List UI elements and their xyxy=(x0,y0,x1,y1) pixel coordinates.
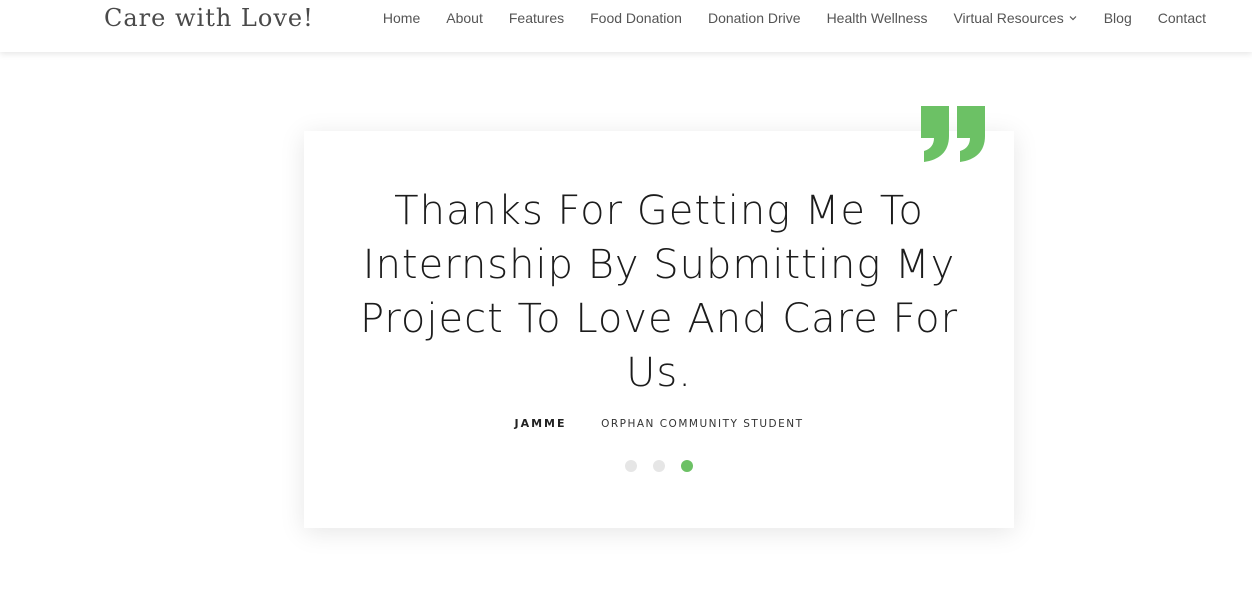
nav-donation-drive-label: Donation Drive xyxy=(707,10,801,26)
nav-contact-label: Contact xyxy=(1157,10,1206,26)
nav-home[interactable]: Home xyxy=(383,10,420,26)
carousel-dot-1[interactable] xyxy=(625,460,637,472)
chevron-down-icon xyxy=(1069,16,1077,21)
testimonial-author-row: JAMME ORPHAN COMMUNITY STUDENT xyxy=(304,415,1014,433)
carousel-dots xyxy=(304,460,1014,472)
testimonial-role: ORPHAN COMMUNITY STUDENT xyxy=(601,418,804,430)
nav-features-label: Features xyxy=(508,10,565,26)
nav-food-donation[interactable]: Food Donation xyxy=(590,10,682,26)
nav-about-label: About xyxy=(446,10,483,26)
quote-icon xyxy=(921,106,985,162)
carousel-dot-3[interactable] xyxy=(681,460,693,472)
nav-features[interactable]: Features xyxy=(509,10,564,26)
nav-donation-drive[interactable]: Donation Drive xyxy=(708,10,801,26)
nav-home-label: Home xyxy=(382,10,421,26)
nav-virtual-resources-label: Virtual Resources xyxy=(953,10,1064,26)
site-header: Care with Love! Home About Features Food… xyxy=(0,0,1252,52)
nav-contact[interactable]: Contact xyxy=(1158,10,1206,26)
nav-about[interactable]: About xyxy=(446,10,483,26)
testimonial-quote: Thanks For Getting Me To Internship By S… xyxy=(359,188,959,396)
nav-virtual-resources[interactable]: Virtual Resources xyxy=(953,10,1077,26)
nav-blog-label: Blog xyxy=(1103,10,1132,26)
nav-health-wellness-label: Health Wellness xyxy=(826,10,928,26)
nav-health-wellness[interactable]: Health Wellness xyxy=(827,10,928,26)
carousel-dot-2[interactable] xyxy=(653,460,665,472)
main-nav: Home About Features Food Donation Donati… xyxy=(357,0,1206,36)
nav-food-donation-label: Food Donation xyxy=(590,10,682,26)
nav-blog[interactable]: Blog xyxy=(1104,10,1132,26)
testimonial-author: JAMME xyxy=(514,417,567,430)
site-logo[interactable]: Care with Love! xyxy=(104,2,314,34)
